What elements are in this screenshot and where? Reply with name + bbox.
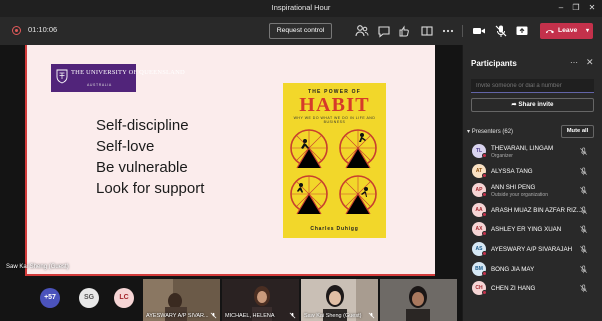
toolbar-divider xyxy=(462,25,463,37)
logo-subtitle: AUSTRALIA xyxy=(87,83,112,87)
muted-mic-icon xyxy=(368,312,375,319)
presenter-label: Saw Kai Sheng (Guest) xyxy=(6,264,69,270)
hang-up-icon xyxy=(546,30,554,34)
minimize-icon[interactable]: – xyxy=(555,2,567,14)
microphone-muted-icon[interactable] xyxy=(493,23,509,39)
meeting-stage: THE UNIVERSITY OF QUEENSLAND AUSTRALIA S… xyxy=(0,45,462,321)
leave-button[interactable]: Leave ▾ xyxy=(540,23,593,39)
video-tile[interactable]: Saw Kai Sheng (Guest) xyxy=(301,279,378,321)
university-logo: THE UNIVERSITY OF QUEENSLAND AUSTRALIA xyxy=(51,64,185,92)
title-bar: Inspirational Hour – ❐ ✕ xyxy=(0,0,602,17)
participant-row[interactable]: AX ASHLEY ER YING XUAN xyxy=(463,220,602,240)
muted-mic-icon[interactable] xyxy=(579,284,588,293)
participant-row[interactable]: CH CHEN ZI HANG xyxy=(463,279,602,299)
participant-name: THEVARANI, LINGAM xyxy=(491,145,554,152)
presence-status-icon xyxy=(482,231,487,237)
muted-mic-icon[interactable] xyxy=(579,206,588,215)
presence-status-icon xyxy=(482,270,487,276)
muted-mic-icon[interactable] xyxy=(579,167,588,176)
muted-mic-icon[interactable] xyxy=(579,186,588,195)
video-feed-image xyxy=(380,279,457,321)
participant-avatar[interactable]: SG xyxy=(79,288,99,308)
participant-name: ALYSSA TANG xyxy=(491,167,533,175)
share-content-icon[interactable] xyxy=(514,23,530,39)
crest-icon xyxy=(56,69,68,84)
recording-icon xyxy=(12,26,21,35)
meeting-toolbar: 01:10:06 Request control Leave ▾ xyxy=(0,17,602,45)
book-author: Charles Duhigg xyxy=(310,226,359,232)
video-tile[interactable] xyxy=(380,279,457,321)
participant-row[interactable]: AA ARASH MUAZ BIN AZFAR RIZ... xyxy=(463,201,602,221)
participants-icon[interactable] xyxy=(354,23,370,39)
participant-name: AYESWARY A/P SIVARAJAH xyxy=(491,246,573,253)
shared-slide: THE UNIVERSITY OF QUEENSLAND AUSTRALIA S… xyxy=(25,45,435,276)
panel-title: Participants xyxy=(471,59,517,68)
bullet-item: Be vulnerable xyxy=(96,159,188,176)
reactions-icon[interactable] xyxy=(397,23,413,39)
muted-mic-icon[interactable] xyxy=(579,245,588,254)
hamster-wheels-illustration xyxy=(290,129,377,215)
bullet-item: Self-discipline xyxy=(96,117,189,134)
participant-role: Organizer xyxy=(491,153,513,159)
share-invite-button[interactable]: ➦ Share invite xyxy=(471,98,594,112)
video-tile-name: Saw Kai Sheng (Guest) xyxy=(304,313,362,319)
presence-status-icon xyxy=(482,211,487,217)
overflow-participants-avatar[interactable]: +57 xyxy=(40,288,60,308)
participant-name: ASHLEY ER YING XUAN xyxy=(491,226,562,234)
slide-bullets: Self-discipline Self-love Be vulnerable … xyxy=(96,115,204,199)
presenters-count-label: Presenters (62) xyxy=(471,129,514,135)
window-title: Inspirational Hour xyxy=(271,3,331,12)
participant-avatar[interactable]: LC xyxy=(114,288,134,308)
presenters-section-header[interactable]: ▾ Presenters (62) xyxy=(467,128,513,135)
book-title: HABIT xyxy=(299,94,370,116)
leave-label: Leave xyxy=(558,27,578,34)
invite-search-input[interactable] xyxy=(471,79,594,93)
muted-mic-icon[interactable] xyxy=(579,147,588,156)
participant-name: BONG JIA MAY xyxy=(491,265,535,273)
share-invite-label: Share invite xyxy=(518,101,554,108)
presence-status-icon xyxy=(482,192,487,198)
presence-status-icon xyxy=(482,290,487,296)
video-tile[interactable]: AYESWARY A/P SIVAR... xyxy=(143,279,220,321)
participant-name: CHEN ZI HANG xyxy=(491,285,536,293)
bullet-item: Self-love xyxy=(96,138,155,155)
participant-name: ANN SHI PENG xyxy=(491,184,536,192)
bullet-item: Look for support xyxy=(96,180,205,197)
muted-mic-icon xyxy=(210,312,217,319)
muted-mic-icon[interactable] xyxy=(579,265,588,274)
participant-row[interactable]: AS AYESWARY A/P SIVARAJAH xyxy=(463,240,602,260)
breakout-rooms-icon[interactable] xyxy=(419,23,435,39)
video-tile[interactable]: MICHAEL, HELENA xyxy=(222,279,299,321)
more-options-icon[interactable]: ⋯ xyxy=(570,58,578,67)
participant-row[interactable]: TL THEVARANI, LINGAM Organizer xyxy=(463,142,602,162)
presence-status-icon xyxy=(482,172,487,178)
presence-status-icon xyxy=(482,153,487,158)
camera-icon[interactable] xyxy=(471,23,487,39)
presence-status-icon xyxy=(482,251,487,256)
close-window-icon[interactable]: ✕ xyxy=(586,2,598,14)
muted-mic-icon xyxy=(289,312,296,319)
participant-name: ARASH MUAZ BIN AZFAR RIZ... xyxy=(491,206,582,214)
chevron-down-icon[interactable]: ▾ xyxy=(586,23,589,39)
book-cover-image: THE POWER OF HABIT WHY WE DO WHAT WE DO … xyxy=(283,83,386,238)
participant-row[interactable]: AT ALYSSA TANG xyxy=(463,162,602,182)
restore-icon[interactable]: ❐ xyxy=(570,2,582,14)
muted-mic-icon[interactable] xyxy=(579,225,588,234)
more-actions-icon[interactable] xyxy=(440,23,456,39)
participant-role: Outside your organization xyxy=(491,192,548,199)
chat-icon[interactable] xyxy=(376,23,392,39)
participant-row[interactable]: AP ANN SHI PENG Outside your organization xyxy=(463,181,602,201)
participant-row[interactable]: BM BONG JIA MAY xyxy=(463,260,602,280)
teams-meeting-window: Inspirational Hour – ❐ ✕ 01:10:06 Reques… xyxy=(0,0,602,321)
video-tile-name: MICHAEL, HELENA xyxy=(225,313,275,319)
meeting-timer: 01:10:06 xyxy=(28,25,58,34)
participants-panel: Participants ⋯ ✕ ➦ Share invite ▾ Presen… xyxy=(462,45,602,321)
close-icon[interactable]: ✕ xyxy=(586,57,594,68)
mute-all-button[interactable]: Mute all xyxy=(561,125,594,138)
request-control-button[interactable]: Request control xyxy=(269,23,332,39)
logo-name: THE UNIVERSITY OF QUEENSLAND xyxy=(71,69,185,76)
video-tile-name: AYESWARY A/P SIVAR... xyxy=(146,313,209,319)
